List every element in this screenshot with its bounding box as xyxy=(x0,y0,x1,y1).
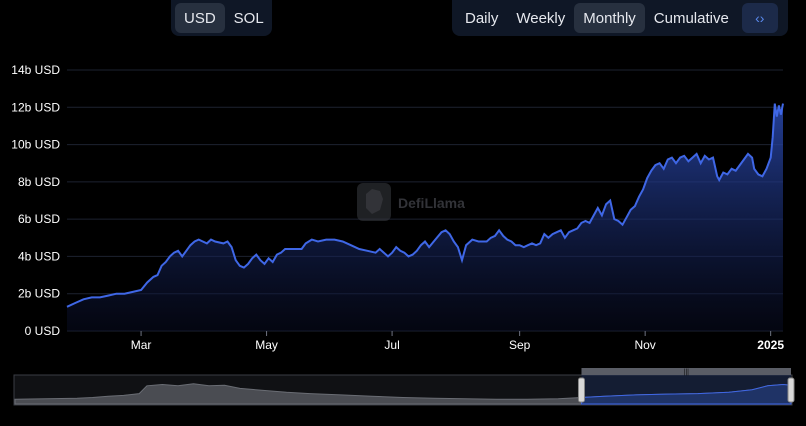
series-area xyxy=(67,103,783,331)
chart: 0 USD 2b USD 4b USD 6b USD 8b USD 10b USD 12b … xyxy=(11,63,795,406)
x-tick-label: May xyxy=(255,338,278,352)
watermark-text: DefiLlama xyxy=(398,195,465,211)
y-tick-label: 8b USD xyxy=(18,175,60,189)
x-tick-label: Jul xyxy=(384,338,399,352)
brush-handle-left[interactable] xyxy=(577,377,585,403)
brush-handle-right[interactable] xyxy=(787,377,795,403)
x-tick-label: Mar xyxy=(131,338,152,352)
watermark: DefiLlama xyxy=(357,183,465,221)
y-tick-label: 12b USD xyxy=(11,100,60,114)
y-tick-label: 0 USD xyxy=(25,324,61,338)
brush-grip-icon: ||| xyxy=(684,369,690,376)
y-tick-label: 6b USD xyxy=(18,212,60,226)
x-tick-label: Nov xyxy=(634,338,655,352)
y-tick-label: 2b USD xyxy=(18,287,60,301)
y-tick-label: 14b USD xyxy=(11,63,60,77)
x-tick-label: Sep xyxy=(509,338,531,352)
y-tick-label: 4b USD xyxy=(18,249,60,263)
x-tick-label: 2025 xyxy=(757,338,784,352)
y-tick-label: 10b USD xyxy=(11,138,60,152)
brush-slider[interactable]: ||| xyxy=(13,368,795,406)
y-axis-ticks: 0 USD 2b USD 4b USD 6b USD 8b USD 10b USD 12b … xyxy=(11,63,60,338)
llama-logo-icon xyxy=(357,183,391,221)
x-axis-ticks: Mar May Jul Sep Nov 2025 xyxy=(131,331,784,352)
